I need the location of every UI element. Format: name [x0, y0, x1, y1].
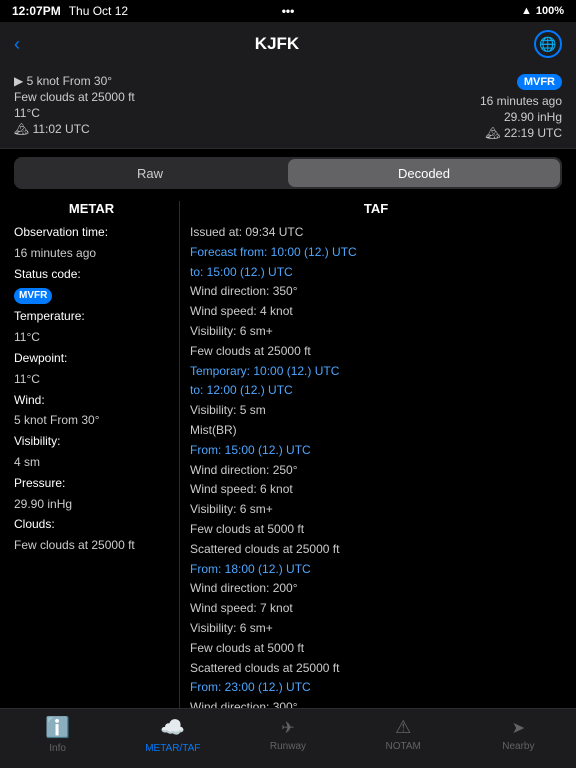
taf-row: Wind direction: 250°: [190, 462, 562, 479]
segment-raw[interactable]: Raw: [14, 157, 286, 189]
weather-left: ▶ 5 knot From 30° Few clouds at 25000 ft…: [14, 74, 135, 140]
taf-row: Wind direction: 200°: [190, 580, 562, 597]
dots-label: •••: [282, 4, 295, 18]
metar-temp-label: Temperature:: [14, 308, 169, 325]
pressure-right: 29.90 inHg: [504, 110, 562, 124]
taf-row: From: 18:00 (12.) UTC: [190, 561, 562, 578]
segment-decoded[interactable]: Decoded: [288, 159, 560, 187]
taf-row: Visibility: 5 sm: [190, 402, 562, 419]
status-bar-right: ▲ 100%: [521, 5, 564, 17]
tab-bar: ℹ️ Info ☁️ METAR/TAF ✈ Runway ⚠ NOTAM ➤ …: [0, 708, 576, 768]
date-label: Thu Oct 12: [69, 4, 128, 18]
tab-notam[interactable]: ⚠ NOTAM: [373, 717, 433, 752]
globe-icon: 🌐: [539, 36, 556, 53]
metar-temp-value: 11°C: [14, 329, 169, 346]
cloud-icon: ☁️: [160, 715, 185, 740]
taf-row: Few clouds at 5000 ft: [190, 521, 562, 538]
wind-info: ▶ 5 knot From 30°: [14, 74, 135, 88]
globe-button[interactable]: 🌐: [534, 30, 562, 58]
taf-row: Scattered clouds at 25000 ft: [190, 541, 562, 558]
metar-vis-value: 4 sm: [14, 454, 169, 471]
status-bar: 12:07PM Thu Oct 12 ••• ▲ 100%: [0, 0, 576, 22]
cloud-info: Few clouds at 25000 ft: [14, 90, 135, 104]
metar-clouds-value: Few clouds at 25000 ft: [14, 537, 169, 554]
metar-obs-time-value: 16 minutes ago: [14, 245, 169, 262]
metar-vis-label: Visibility:: [14, 433, 169, 450]
content-area[interactable]: METAR Observation time: 16 minutes ago S…: [0, 197, 576, 763]
metar-wind-label: Wind:: [14, 392, 169, 409]
mvfr-badge-metar: MVFR: [14, 288, 52, 304]
minutes-ago-right: 16 minutes ago: [480, 94, 562, 108]
metar-column: METAR Observation time: 16 minutes ago S…: [14, 197, 169, 763]
taf-header: TAF: [190, 201, 562, 216]
taf-row: Mist(BR): [190, 422, 562, 439]
metar-pressure-label: Pressure:: [14, 475, 169, 492]
battery-label: 100%: [536, 5, 564, 17]
tab-nearby[interactable]: ➤ Nearby: [488, 718, 548, 752]
utc-left: 🏔 11:02 UTC: [14, 122, 135, 136]
metar-dew-label: Dewpoint:: [14, 350, 169, 367]
metar-dew-value: 11°C: [14, 371, 169, 388]
taf-row: From: 15:00 (12.) UTC: [190, 442, 562, 459]
taf-row: Scattered clouds at 25000 ft: [190, 660, 562, 677]
temp-info: 11°C: [14, 106, 135, 120]
taf-row: to: 15:00 (12.) UTC: [190, 264, 562, 281]
taf-row: Visibility: 6 sm+: [190, 501, 562, 518]
taf-row: Visibility: 6 sm+: [190, 620, 562, 637]
tab-nearby-label: Nearby: [502, 741, 534, 752]
wifi-icon: ▲: [521, 5, 532, 17]
metar-obs-time-label: Observation time:: [14, 224, 169, 241]
taf-row: Issued at: 09:34 UTC: [190, 224, 562, 241]
notam-icon: ⚠: [395, 717, 411, 738]
taf-row: Wind speed: 6 knot: [190, 481, 562, 498]
column-divider: [179, 201, 180, 759]
taf-row: Forecast from: 10:00 (12.) UTC: [190, 244, 562, 261]
status-bar-center: •••: [282, 4, 295, 18]
tab-runway-label: Runway: [270, 741, 306, 752]
taf-row: Wind speed: 7 knot: [190, 600, 562, 617]
taf-column: TAF Issued at: 09:34 UTC Forecast from: 1…: [190, 197, 562, 763]
metar-status-label: Status code:: [14, 266, 169, 283]
nav-bar: ‹ KJFK 🌐: [0, 22, 576, 66]
tab-notam-label: NOTAM: [385, 741, 420, 752]
back-button[interactable]: ‹: [14, 34, 20, 55]
time-label: 12:07PM: [12, 4, 61, 18]
runway-icon: ✈: [281, 718, 294, 738]
info-icon: ℹ️: [45, 715, 70, 740]
metar-wind-value: 5 knot From 30°: [14, 412, 169, 429]
taf-rows: Issued at: 09:34 UTC Forecast from: 10:00…: [190, 224, 562, 763]
tab-runway[interactable]: ✈ Runway: [258, 718, 318, 752]
weather-header: ▶ 5 knot From 30° Few clouds at 25000 ft…: [0, 66, 576, 149]
taf-row: to: 12:00 (12.) UTC: [190, 382, 562, 399]
tab-info-label: Info: [49, 743, 66, 754]
utc-right: 🏔 22:19 UTC: [485, 126, 562, 140]
taf-row: Visibility: 6 sm+: [190, 323, 562, 340]
segment-control: Raw Decoded: [14, 157, 562, 189]
status-bar-left: 12:07PM Thu Oct 12: [12, 4, 128, 18]
taf-row: Wind speed: 4 knot: [190, 303, 562, 320]
metar-header: METAR: [14, 201, 169, 216]
taf-row: From: 23:00 (12.) UTC: [190, 679, 562, 696]
taf-row: Wind direction: 350°: [190, 283, 562, 300]
tab-info[interactable]: ℹ️ Info: [28, 715, 88, 754]
metar-status-value: MVFR: [14, 286, 169, 304]
tab-metar-taf[interactable]: ☁️ METAR/TAF: [143, 715, 203, 754]
taf-row: Few clouds at 25000 ft: [190, 343, 562, 360]
nearby-icon: ➤: [512, 718, 525, 738]
metar-clouds-label: Clouds:: [14, 516, 169, 533]
nav-title: KJFK: [255, 34, 299, 54]
mvfr-badge-header: MVFR: [517, 74, 562, 90]
tab-metar-label: METAR/TAF: [145, 743, 200, 754]
taf-row: Temporary: 10:00 (12.) UTC: [190, 363, 562, 380]
taf-row: Few clouds at 5000 ft: [190, 640, 562, 657]
metar-pressure-value: 29.90 inHg: [14, 496, 169, 513]
weather-right: MVFR 16 minutes ago 29.90 inHg 🏔 22:19 U…: [480, 74, 562, 140]
